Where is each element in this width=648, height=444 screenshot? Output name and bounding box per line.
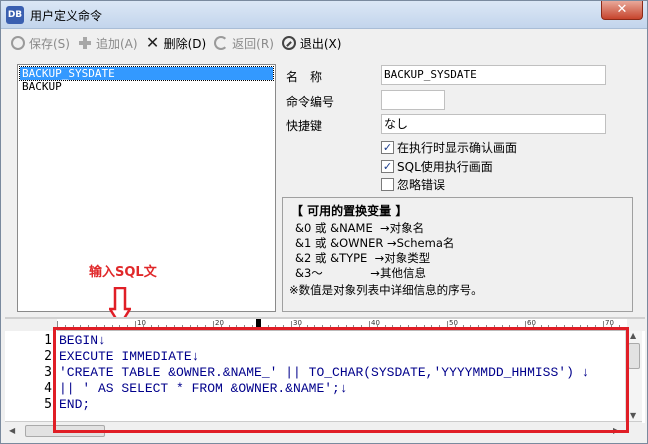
number-field[interactable] [381,90,445,110]
line-number: 5 [44,397,52,412]
scroll-thumb[interactable] [628,343,640,369]
line-number: 2 [44,349,52,364]
number-label: 命令编号 [286,95,335,109]
revert-button[interactable]: 返回(R) [214,33,274,53]
ruler-label: 40 [371,319,380,327]
ruler-label: 50 [449,319,458,327]
plus-icon [78,36,92,50]
ruler-label: 10 [137,319,146,327]
name-label: 名 称 [286,70,323,84]
ruler-label: 60 [527,319,536,327]
variable-line: &1 或 &OWNER →Schema名 [295,236,455,250]
delete-x-icon: ✕ [145,33,160,52]
list-item[interactable]: BACKUP [20,80,275,93]
revert-label: 返回(R) [232,36,274,51]
sql-checkbox[interactable]: ✓ [381,160,394,173]
ignore-checkbox[interactable] [381,178,394,191]
window-title: 用户定义命令 [30,9,103,23]
ignore-checkbox-row[interactable]: 忽略错误 [381,176,445,193]
add-button[interactable]: 追加(A) [78,33,138,53]
ruler-cursor-marker [255,319,261,327]
scroll-up-icon[interactable]: ▲ [630,331,636,340]
add-label: 追加(A) [95,36,138,51]
ruler-label: 30 [293,319,302,327]
exit-button[interactable]: 退出(X) [281,33,342,53]
variable-line: &0 或 &NAME →对象名 [295,221,425,235]
scroll-down-icon[interactable]: ▼ [630,411,636,420]
list-item[interactable]: BACKUP_SYSDATE [19,66,274,81]
delete-button[interactable]: ✕ 删除(D) [145,33,207,53]
confirm-checkbox-row[interactable]: ✓ 在执行时显示确认画面 [381,139,517,156]
user-command-window: DB 用户定义命令 ✕ 保存(S) 追加(A) ✕ 删除(D) 返回(R) 退出… [0,0,648,444]
ruler-label: 70 [605,319,614,327]
substitution-variables-panel: 【 可用的置换变量 】 &0 或 &NAME →对象名 &1 或 &OWNER … [282,197,633,312]
confirm-checkbox-label: 在执行时显示确认画面 [397,141,518,155]
ignore-checkbox-label: 忽略错误 [397,178,446,192]
shortcut-label: 快捷键 [286,119,323,133]
name-field[interactable]: BACKUP_SYSDATE [381,65,606,85]
annotation-highlight-frame [53,327,629,433]
exit-icon [281,36,296,50]
sql-checkbox-label: SQL使用执行画面 [397,160,493,174]
save-icon [11,36,25,50]
ruler-label: 20 [215,319,224,327]
annotation-label: 输入SQL文 [89,265,157,280]
variables-title: 【 可用的置换变量 】 [291,204,408,218]
toolbar: 保存(S) 追加(A) ✕ 删除(D) 返回(R) 退出(X) [11,33,349,53]
save-label: 保存(S) [29,36,70,51]
db-app-icon: DB [6,6,24,24]
delete-label: 删除(D) [163,36,207,51]
variable-line: &3～ →其他信息 [295,266,426,280]
confirm-checkbox[interactable]: ✓ [381,141,394,154]
shortcut-field[interactable]: なし [381,114,606,134]
title-bar[interactable]: DB 用户定义命令 ✕ [1,1,647,29]
line-number: 4 [44,381,52,396]
close-button[interactable]: ✕ [601,1,643,20]
scroll-left-icon[interactable]: ◀ [9,426,15,435]
line-number: 1 [44,333,52,348]
undo-icon [214,36,229,50]
line-number-gutter: 1 2 3 4 5 [5,331,55,423]
variable-line: &2 或 &TYPE →对象类型 [295,251,431,265]
save-button[interactable]: 保存(S) [11,33,70,53]
exit-label: 退出(X) [299,36,342,51]
sql-checkbox-row[interactable]: ✓ SQL使用执行画面 [381,158,493,175]
line-number: 3 [44,365,52,380]
variables-note: ※数值是对象列表中详细信息的序号。 [289,283,483,297]
